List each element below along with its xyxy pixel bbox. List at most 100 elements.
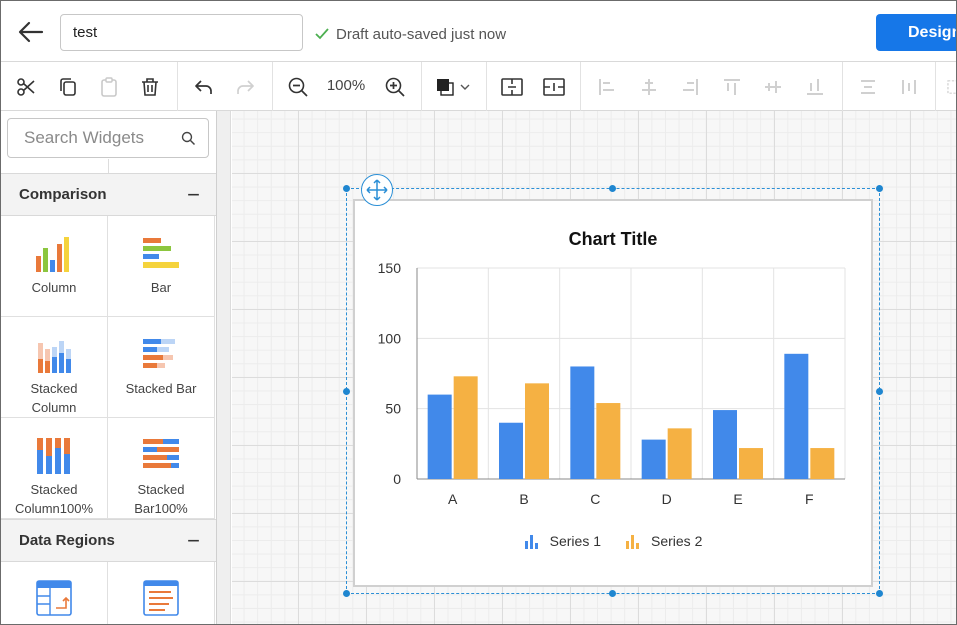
fill-color-dropdown[interactable] bbox=[431, 71, 475, 103]
widget-label: Stacked Bar bbox=[125, 381, 197, 396]
align-bottom-icon bbox=[807, 79, 823, 95]
selection-box bbox=[346, 188, 880, 594]
resize-handle[interactable] bbox=[609, 185, 616, 192]
resize-handle[interactable] bbox=[343, 388, 350, 395]
zoom-out-button[interactable] bbox=[282, 71, 314, 103]
fill-color-icon bbox=[437, 79, 454, 96]
resize-handle[interactable] bbox=[343, 590, 350, 597]
cut-button[interactable] bbox=[10, 71, 42, 103]
resize-handle[interactable] bbox=[343, 185, 350, 192]
align-middle-icon bbox=[765, 81, 781, 93]
widget-label: Bar bbox=[150, 280, 172, 295]
align-middle-button[interactable] bbox=[757, 71, 789, 103]
paste-button[interactable] bbox=[93, 71, 125, 103]
toolbar: 100% bbox=[1, 62, 956, 111]
distribute-vertical-button[interactable] bbox=[852, 71, 884, 103]
align-top-button[interactable] bbox=[716, 71, 748, 103]
list-icon bbox=[143, 580, 179, 616]
widget-label: Stacked Column100% bbox=[14, 482, 94, 516]
column-chart-icon bbox=[36, 237, 69, 272]
widget-label: Stacked Column bbox=[30, 381, 78, 415]
widget-table[interactable] bbox=[1, 562, 108, 624]
delete-icon bbox=[142, 78, 158, 96]
paste-icon bbox=[101, 77, 117, 97]
zoom-in-icon bbox=[385, 77, 405, 97]
widget-label: Stacked Bar100% bbox=[134, 482, 188, 516]
widget-stacked-bar100[interactable]: Stacked Bar100% bbox=[108, 418, 215, 519]
size-icon bbox=[947, 80, 956, 94]
undo-icon bbox=[195, 80, 212, 94]
widget-column[interactable]: Column bbox=[1, 216, 108, 317]
copy-button[interactable] bbox=[52, 71, 84, 103]
widget-stacked-column100[interactable]: Stacked Column100% bbox=[1, 418, 108, 519]
chevron-down-icon bbox=[460, 84, 470, 90]
resize-handle[interactable] bbox=[876, 388, 883, 395]
search-icon[interactable] bbox=[181, 131, 196, 146]
resize-handle[interactable] bbox=[609, 590, 616, 597]
zoom-out-icon bbox=[288, 77, 308, 97]
widget-list[interactable] bbox=[108, 562, 215, 624]
category-comparison[interactable]: Comparison − bbox=[1, 173, 216, 216]
toolbar-separator bbox=[486, 62, 487, 111]
stacked-column-icon bbox=[38, 341, 71, 373]
widget-stacked-bar[interactable]: Stacked Bar bbox=[108, 317, 215, 418]
collapse-icon[interactable]: − bbox=[187, 529, 200, 552]
design-button[interactable]: Design bbox=[876, 14, 956, 51]
widget-label: Column bbox=[31, 280, 77, 295]
center-horizontal-icon bbox=[543, 78, 565, 96]
bar-chart-icon bbox=[143, 238, 179, 268]
stacked-column100-icon bbox=[37, 438, 70, 474]
more-button[interactable] bbox=[941, 71, 956, 103]
stacked-bar100-icon bbox=[143, 439, 179, 468]
check-icon bbox=[315, 28, 329, 40]
collapse-icon[interactable]: − bbox=[187, 183, 200, 206]
align-right-button[interactable] bbox=[674, 71, 706, 103]
category-data-regions[interactable]: Data Regions − bbox=[1, 519, 216, 562]
cut-icon bbox=[17, 78, 35, 96]
center-horizontal-button[interactable] bbox=[538, 71, 570, 103]
back-button[interactable] bbox=[15, 16, 47, 48]
report-name-input[interactable] bbox=[60, 14, 303, 51]
save-status: Draft auto-saved just now bbox=[314, 24, 506, 44]
zoom-level[interactable]: 100% bbox=[323, 77, 369, 94]
toolbar-separator bbox=[842, 62, 843, 111]
widget-bar[interactable]: Bar bbox=[108, 216, 215, 317]
category-label: Comparison bbox=[19, 186, 107, 203]
align-left-icon bbox=[599, 79, 614, 95]
align-bottom-button[interactable] bbox=[799, 71, 831, 103]
toolbar-separator bbox=[272, 62, 273, 111]
undo-button[interactable] bbox=[188, 71, 220, 103]
header-bar: Draft auto-saved just now Design bbox=[1, 1, 956, 62]
report-designer: Draft auto-saved just now Design bbox=[0, 0, 957, 625]
widget-stacked-column[interactable]: Stacked Column bbox=[1, 317, 108, 418]
copy-icon bbox=[60, 78, 76, 96]
table-icon bbox=[36, 580, 72, 616]
redo-button[interactable] bbox=[229, 71, 261, 103]
move-icon bbox=[366, 179, 388, 201]
divider bbox=[108, 159, 109, 173]
delete-button[interactable] bbox=[134, 71, 166, 103]
distribute-horizontal-button[interactable] bbox=[893, 71, 925, 103]
category-label: Data Regions bbox=[19, 532, 115, 549]
search-box bbox=[7, 118, 209, 158]
center-vertical-icon bbox=[501, 78, 523, 96]
center-vertical-button[interactable] bbox=[496, 71, 528, 103]
arrow-left-icon bbox=[18, 21, 44, 43]
zoom-in-button[interactable] bbox=[379, 71, 411, 103]
toolbar-separator bbox=[421, 62, 422, 111]
toolbar-separator bbox=[177, 62, 178, 111]
move-handle[interactable] bbox=[361, 174, 393, 206]
distribute-horizontal-icon bbox=[902, 80, 916, 94]
search-input[interactable] bbox=[8, 119, 178, 157]
redo-icon bbox=[237, 80, 254, 94]
resize-handle[interactable] bbox=[876, 185, 883, 192]
scroll-gutter bbox=[217, 111, 231, 624]
align-center-button[interactable] bbox=[633, 71, 665, 103]
stacked-bar-icon bbox=[143, 339, 175, 368]
align-top-icon bbox=[724, 79, 740, 95]
align-left-button[interactable] bbox=[591, 71, 623, 103]
distribute-vertical-icon bbox=[861, 80, 875, 94]
resize-handle[interactable] bbox=[876, 590, 883, 597]
design-canvas[interactable]: Chart Title 0 50 100 150 A B C D E F Series 1 Ser… bbox=[232, 111, 956, 624]
toolbar-separator bbox=[580, 62, 581, 111]
